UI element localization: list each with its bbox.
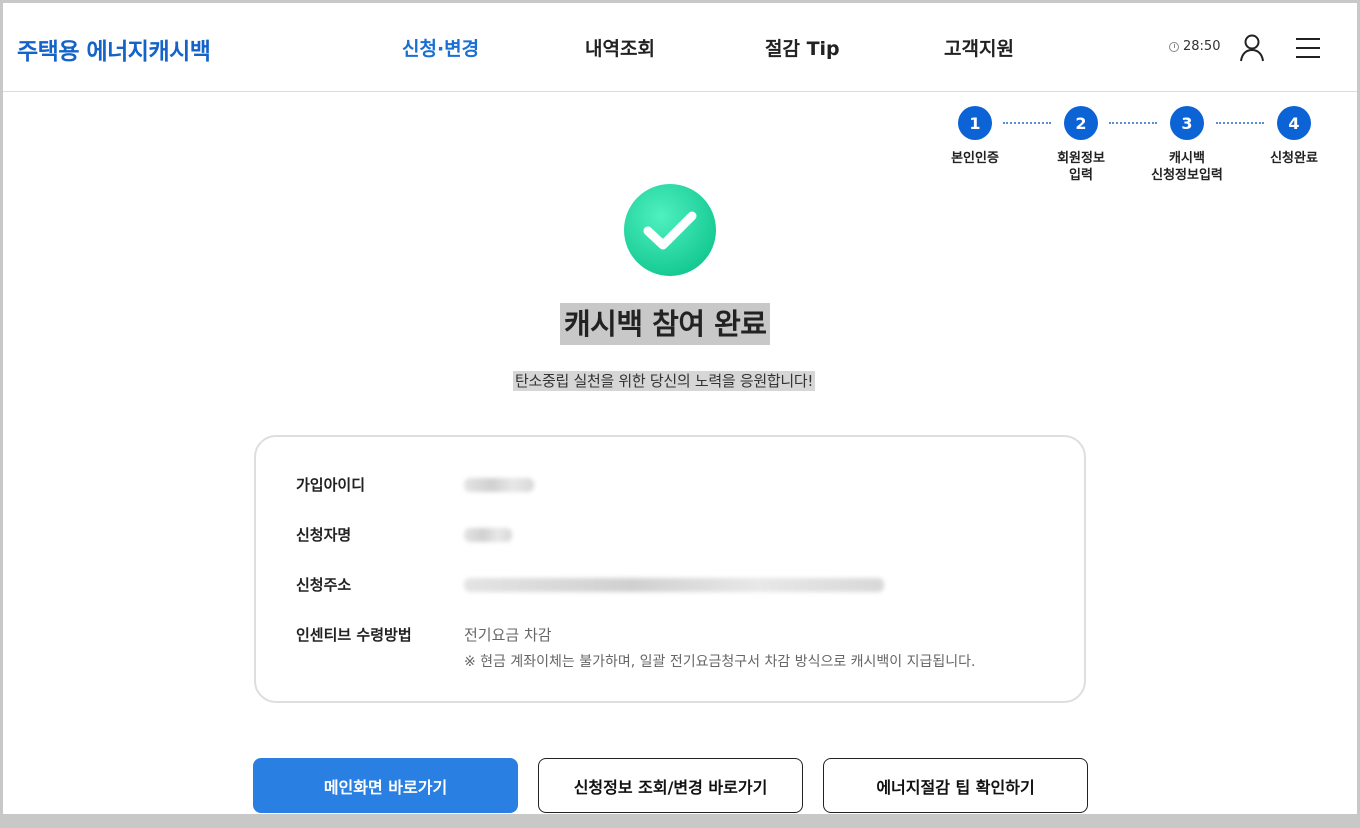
user-icon[interactable]	[1239, 34, 1265, 62]
step-3-circle: 3	[1170, 106, 1204, 140]
address-value-redacted	[464, 578, 884, 592]
nav-history[interactable]: 내역조회	[585, 34, 655, 61]
step-4-label-line1: 신청완료	[1270, 151, 1318, 166]
applicant-name-label: 신청자명	[296, 526, 352, 544]
energy-tips-button[interactable]: 에너지절감 팁 확인하기	[823, 758, 1088, 813]
incentive-method-value: 전기요금 차감	[464, 626, 552, 644]
step-1-label: 본인인증	[925, 150, 1025, 167]
timer-value: 28:50	[1183, 39, 1221, 54]
step-1-circle: 1	[958, 106, 992, 140]
check-circle-icon	[624, 184, 716, 276]
go-main-button[interactable]: 메인화면 바로가기	[253, 758, 518, 813]
step-2-label-line1: 회원정보	[1057, 151, 1105, 166]
hamburger-menu-icon[interactable]	[1295, 37, 1321, 59]
nav-saving-tip[interactable]: 절감 Tip	[765, 34, 840, 61]
applicant-name-value-redacted	[464, 528, 512, 542]
user-id-value-redacted	[464, 478, 534, 492]
address-label: 신청주소	[296, 576, 352, 594]
step-2-circle: 2	[1064, 106, 1098, 140]
step-3-label-line1: 캐시백	[1169, 151, 1205, 166]
session-timer[interactable]: 28:50	[1169, 39, 1220, 54]
step-2-label-line2: 입력	[1069, 168, 1093, 183]
clock-icon	[1169, 41, 1179, 52]
lookup-change-button[interactable]: 신청정보 조회/변경 바로가기	[538, 758, 803, 813]
step-1-label-line1: 본인인증	[951, 151, 999, 166]
step-connector	[1216, 122, 1264, 124]
step-3-label-line2: 신청정보입력	[1151, 168, 1223, 183]
incentive-note: ※ 현금 계좌이체는 불가하며, 일괄 전기요금청구서 차감 방식으로 캐시백이…	[464, 654, 976, 670]
step-connector	[1003, 122, 1051, 124]
step-3-label: 캐시백 신청정보입력	[1137, 150, 1237, 184]
incentive-method-label: 인센티브 수령방법	[296, 626, 412, 644]
page-title: 캐시백 참여 완료	[560, 303, 771, 345]
user-id-label: 가입아이디	[296, 476, 366, 494]
step-connector	[1109, 122, 1157, 124]
nav-support[interactable]: 고객지원	[944, 34, 1014, 61]
nav-apply-change[interactable]: 신청·변경	[402, 34, 479, 61]
page-subtitle: 탄소중립 실천을 위한 당신의 노력을 응원합니다!	[513, 371, 816, 391]
step-4-circle: 4	[1277, 106, 1311, 140]
step-4-label: 신청완료	[1244, 150, 1344, 167]
logo[interactable]: 주택용 에너지캐시백	[17, 32, 211, 66]
header: 주택용 에너지캐시백 신청·변경 내역조회 절감 Tip 고객지원 28:50	[3, 3, 1357, 92]
page: 주택용 에너지캐시백 신청·변경 내역조회 절감 Tip 고객지원 28:50 …	[3, 3, 1357, 814]
step-2-label: 회원정보 입력	[1031, 150, 1131, 184]
application-summary-card: 가입아이디 신청자명 신청주소 인센티브 수령방법 전기요금 차감 ※ 현금 계…	[254, 435, 1086, 703]
